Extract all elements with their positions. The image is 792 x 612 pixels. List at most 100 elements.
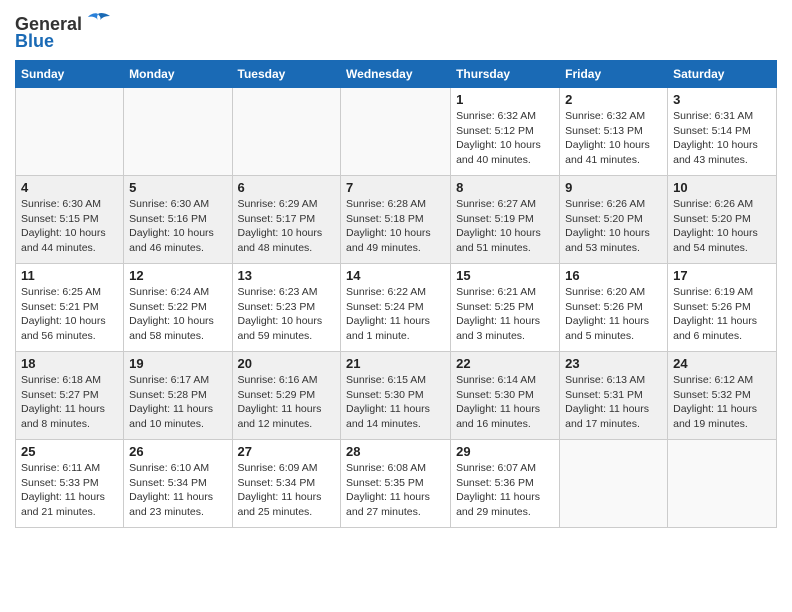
- day-number: 24: [673, 356, 771, 371]
- day-info: Sunrise: 6:30 AM Sunset: 5:15 PM Dayligh…: [21, 197, 118, 256]
- day-number: 25: [21, 444, 118, 459]
- calendar-cell: [341, 88, 451, 176]
- logo: General Blue: [15, 14, 112, 52]
- calendar-cell: 25 Sunrise: 6:11 AM Sunset: 5:33 PM Dayli…: [16, 440, 124, 528]
- day-info: Sunrise: 6:13 AM Sunset: 5:31 PM Dayligh…: [565, 373, 662, 432]
- logo-blue-text: Blue: [15, 31, 54, 52]
- calendar-table: SundayMondayTuesdayWednesdayThursdayFrid…: [15, 60, 777, 528]
- day-info: Sunrise: 6:12 AM Sunset: 5:32 PM Dayligh…: [673, 373, 771, 432]
- day-number: 21: [346, 356, 445, 371]
- calendar-cell: 27 Sunrise: 6:09 AM Sunset: 5:34 PM Dayli…: [232, 440, 341, 528]
- week-row-2: 4 Sunrise: 6:30 AM Sunset: 5:15 PM Daylig…: [16, 176, 777, 264]
- day-info: Sunrise: 6:32 AM Sunset: 5:12 PM Dayligh…: [456, 109, 554, 168]
- calendar-cell: 10 Sunrise: 6:26 AM Sunset: 5:20 PM Dayli…: [668, 176, 777, 264]
- col-header-thursday: Thursday: [451, 61, 560, 88]
- day-number: 12: [129, 268, 226, 283]
- day-number: 29: [456, 444, 554, 459]
- page-header: General Blue: [15, 10, 777, 52]
- calendar-cell: 15 Sunrise: 6:21 AM Sunset: 5:25 PM Dayli…: [451, 264, 560, 352]
- col-header-sunday: Sunday: [16, 61, 124, 88]
- day-number: 19: [129, 356, 226, 371]
- day-info: Sunrise: 6:09 AM Sunset: 5:34 PM Dayligh…: [238, 461, 336, 520]
- day-number: 22: [456, 356, 554, 371]
- day-info: Sunrise: 6:23 AM Sunset: 5:23 PM Dayligh…: [238, 285, 336, 344]
- day-info: Sunrise: 6:26 AM Sunset: 5:20 PM Dayligh…: [673, 197, 771, 256]
- calendar-cell: 4 Sunrise: 6:30 AM Sunset: 5:15 PM Daylig…: [16, 176, 124, 264]
- calendar-cell: 13 Sunrise: 6:23 AM Sunset: 5:23 PM Dayli…: [232, 264, 341, 352]
- day-number: 17: [673, 268, 771, 283]
- calendar-cell: [668, 440, 777, 528]
- day-info: Sunrise: 6:20 AM Sunset: 5:26 PM Dayligh…: [565, 285, 662, 344]
- calendar-cell: 7 Sunrise: 6:28 AM Sunset: 5:18 PM Daylig…: [341, 176, 451, 264]
- calendar-cell: 24 Sunrise: 6:12 AM Sunset: 5:32 PM Dayli…: [668, 352, 777, 440]
- calendar-cell: 3Sunrise: 6:31 AM Sunset: 5:14 PM Daylig…: [668, 88, 777, 176]
- day-info: Sunrise: 6:25 AM Sunset: 5:21 PM Dayligh…: [21, 285, 118, 344]
- week-row-1: 1 Sunrise: 6:32 AM Sunset: 5:12 PM Daylig…: [16, 88, 777, 176]
- day-number: 2: [565, 92, 662, 107]
- col-header-tuesday: Tuesday: [232, 61, 341, 88]
- day-number: 6: [238, 180, 336, 195]
- day-number: 27: [238, 444, 336, 459]
- day-number: 26: [129, 444, 226, 459]
- calendar-cell: [560, 440, 668, 528]
- day-number: 16: [565, 268, 662, 283]
- day-info: Sunrise: 6:07 AM Sunset: 5:36 PM Dayligh…: [456, 461, 554, 520]
- calendar-cell: 23 Sunrise: 6:13 AM Sunset: 5:31 PM Dayli…: [560, 352, 668, 440]
- calendar-cell: [16, 88, 124, 176]
- logo-bird-icon: [84, 12, 112, 34]
- day-info: Sunrise: 6:17 AM Sunset: 5:28 PM Dayligh…: [129, 373, 226, 432]
- calendar-cell: 11Sunrise: 6:25 AM Sunset: 5:21 PM Dayli…: [16, 264, 124, 352]
- day-number: 28: [346, 444, 445, 459]
- day-info: Sunrise: 6:26 AM Sunset: 5:20 PM Dayligh…: [565, 197, 662, 256]
- calendar-cell: 21 Sunrise: 6:15 AM Sunset: 5:30 PM Dayli…: [341, 352, 451, 440]
- day-info: Sunrise: 6:15 AM Sunset: 5:30 PM Dayligh…: [346, 373, 445, 432]
- day-info: Sunrise: 6:21 AM Sunset: 5:25 PM Dayligh…: [456, 285, 554, 344]
- day-info: Sunrise: 6:29 AM Sunset: 5:17 PM Dayligh…: [238, 197, 336, 256]
- day-number: 1: [456, 92, 554, 107]
- col-header-wednesday: Wednesday: [341, 61, 451, 88]
- calendar-cell: 20 Sunrise: 6:16 AM Sunset: 5:29 PM Dayli…: [232, 352, 341, 440]
- day-number: 23: [565, 356, 662, 371]
- day-info: Sunrise: 6:16 AM Sunset: 5:29 PM Dayligh…: [238, 373, 336, 432]
- day-number: 14: [346, 268, 445, 283]
- day-number: 18: [21, 356, 118, 371]
- day-info: Sunrise: 6:22 AM Sunset: 5:24 PM Dayligh…: [346, 285, 445, 344]
- header-row: SundayMondayTuesdayWednesdayThursdayFrid…: [16, 61, 777, 88]
- calendar-cell: 28 Sunrise: 6:08 AM Sunset: 5:35 PM Dayli…: [341, 440, 451, 528]
- calendar-cell: 26 Sunrise: 6:10 AM Sunset: 5:34 PM Dayli…: [124, 440, 232, 528]
- day-info: Sunrise: 6:11 AM Sunset: 5:33 PM Dayligh…: [21, 461, 118, 520]
- day-number: 15: [456, 268, 554, 283]
- day-number: 20: [238, 356, 336, 371]
- calendar-cell: 19 Sunrise: 6:17 AM Sunset: 5:28 PM Dayli…: [124, 352, 232, 440]
- calendar-cell: 2Sunrise: 6:32 AM Sunset: 5:13 PM Daylig…: [560, 88, 668, 176]
- calendar-cell: 22Sunrise: 6:14 AM Sunset: 5:30 PM Dayli…: [451, 352, 560, 440]
- col-header-monday: Monday: [124, 61, 232, 88]
- calendar-cell: 8Sunrise: 6:27 AM Sunset: 5:19 PM Daylig…: [451, 176, 560, 264]
- calendar-cell: 18 Sunrise: 6:18 AM Sunset: 5:27 PM Dayli…: [16, 352, 124, 440]
- day-number: 7: [346, 180, 445, 195]
- col-header-saturday: Saturday: [668, 61, 777, 88]
- col-header-friday: Friday: [560, 61, 668, 88]
- calendar-cell: 14 Sunrise: 6:22 AM Sunset: 5:24 PM Dayli…: [341, 264, 451, 352]
- day-info: Sunrise: 6:24 AM Sunset: 5:22 PM Dayligh…: [129, 285, 226, 344]
- day-info: Sunrise: 6:27 AM Sunset: 5:19 PM Dayligh…: [456, 197, 554, 256]
- day-info: Sunrise: 6:08 AM Sunset: 5:35 PM Dayligh…: [346, 461, 445, 520]
- day-info: Sunrise: 6:18 AM Sunset: 5:27 PM Dayligh…: [21, 373, 118, 432]
- calendar-cell: 6 Sunrise: 6:29 AM Sunset: 5:17 PM Daylig…: [232, 176, 341, 264]
- calendar-cell: [124, 88, 232, 176]
- week-row-3: 11Sunrise: 6:25 AM Sunset: 5:21 PM Dayli…: [16, 264, 777, 352]
- week-row-5: 25 Sunrise: 6:11 AM Sunset: 5:33 PM Dayli…: [16, 440, 777, 528]
- day-number: 4: [21, 180, 118, 195]
- day-info: Sunrise: 6:10 AM Sunset: 5:34 PM Dayligh…: [129, 461, 226, 520]
- calendar-cell: 17Sunrise: 6:19 AM Sunset: 5:26 PM Dayli…: [668, 264, 777, 352]
- calendar-cell: 12 Sunrise: 6:24 AM Sunset: 5:22 PM Dayli…: [124, 264, 232, 352]
- day-info: Sunrise: 6:28 AM Sunset: 5:18 PM Dayligh…: [346, 197, 445, 256]
- day-number: 13: [238, 268, 336, 283]
- calendar-cell: 16 Sunrise: 6:20 AM Sunset: 5:26 PM Dayli…: [560, 264, 668, 352]
- day-number: 10: [673, 180, 771, 195]
- day-info: Sunrise: 6:31 AM Sunset: 5:14 PM Dayligh…: [673, 109, 771, 168]
- calendar-cell: 1 Sunrise: 6:32 AM Sunset: 5:12 PM Daylig…: [451, 88, 560, 176]
- calendar-cell: [232, 88, 341, 176]
- calendar-cell: 9Sunrise: 6:26 AM Sunset: 5:20 PM Daylig…: [560, 176, 668, 264]
- day-number: 5: [129, 180, 226, 195]
